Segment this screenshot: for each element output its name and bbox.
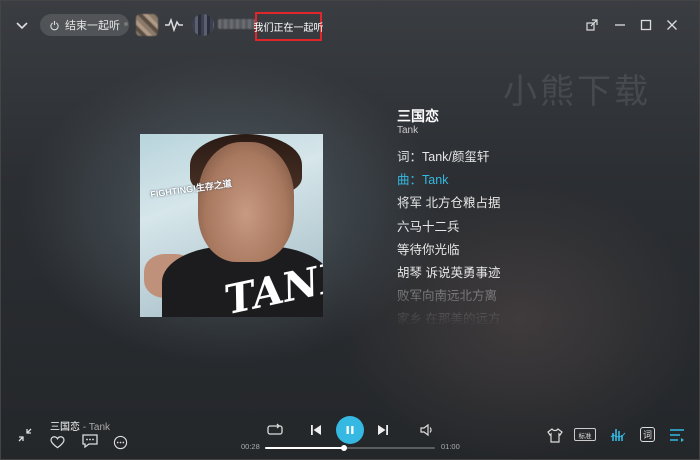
lyric-prefix: 词： — [397, 150, 423, 164]
end-together-label: 结束一起听 — [65, 20, 120, 32]
share-icon[interactable] — [582, 15, 602, 35]
progress-fill — [265, 447, 345, 449]
friend-name-blurred — [218, 19, 256, 29]
maximize-icon[interactable] — [636, 15, 656, 35]
sound-effect-icon[interactable] — [609, 426, 627, 444]
comment-icon[interactable] — [80, 432, 100, 450]
separator-dot — [124, 22, 128, 26]
lyric-button-label: 词 — [642, 430, 652, 440]
expand-icon[interactable] — [16, 426, 34, 444]
lyric-line: 词：Tank/颜玺轩 — [397, 146, 617, 169]
lyric-text: 胡琴 诉说英勇事迹 — [397, 265, 501, 280]
album-face — [198, 142, 294, 262]
lyric-line: 六马十二兵 — [397, 216, 617, 239]
desktop-lyric-button[interactable]: 词 — [640, 427, 655, 442]
pause-icon — [345, 425, 355, 435]
previous-icon[interactable] — [307, 421, 325, 439]
loop-icon[interactable] — [264, 419, 286, 441]
tshirt-icon[interactable] — [546, 426, 564, 444]
total-time: 01:00 — [441, 442, 460, 451]
watermark: 小熊下载 — [503, 73, 651, 111]
friend-avatar[interactable] — [192, 14, 214, 36]
lyric-text: Tank — [422, 173, 449, 188]
more-icon[interactable] — [111, 433, 129, 451]
chevron-down-icon[interactable] — [12, 15, 32, 35]
minimize-icon[interactable] — [610, 15, 630, 35]
lyric-line: 胡琴 诉说英勇事迹 — [397, 262, 617, 285]
lyric-text: 六马十二兵 — [397, 219, 460, 234]
pulse-icon — [164, 15, 184, 35]
lyric-line: 等待你光临 — [397, 239, 617, 262]
pause-button[interactable] — [336, 416, 364, 444]
heart-icon[interactable] — [48, 433, 66, 451]
together-status-label: 我们正在一起听 — [253, 12, 324, 41]
progress-bar[interactable] — [265, 445, 435, 451]
now-playing-title[interactable]: 三国恋 - Tank — [50, 418, 110, 433]
close-icon[interactable] — [662, 15, 682, 35]
lyric-text: Tank/颜玺轩 — [422, 150, 490, 164]
lyric-text: 败军向南远北方离 — [397, 289, 498, 304]
quality-label: 标准 — [578, 432, 592, 440]
lyric-prefix: 曲： — [397, 173, 423, 188]
lyric-text: 等待你光临 — [397, 242, 460, 257]
lyric-text: 家乡 在那美的远方 — [397, 312, 501, 327]
lyrics-panel[interactable]: 词：Tank/颜玺轩 曲：Tank 将军 北方仓粮占据 六马十二兵 等待你光临 胡琴 诉说… — [397, 146, 617, 328]
album-cover: FIGHTING!生存之道 TANK — [140, 134, 323, 317]
current-time: 00:28 — [241, 442, 260, 451]
end-together-button[interactable]: 结束一起听 — [40, 14, 129, 36]
lyric-line: 家乡 在那美的远方 — [397, 308, 617, 328]
song-title: 三国恋 — [397, 108, 439, 124]
next-icon[interactable] — [374, 421, 392, 439]
top-bar: 结束一起听 我们正在一起听 — [0, 0, 700, 50]
playlist-icon[interactable] — [668, 426, 686, 444]
lyric-text: 将军 北方仓粮占据 — [397, 196, 501, 211]
now-playing-song: 三国恋 — [50, 422, 80, 433]
lyric-line: 将军 北方仓粮占据 — [397, 192, 617, 215]
song-artist[interactable]: Tank — [397, 125, 418, 136]
sound-quality-button[interactable]: 标准 — [574, 428, 596, 441]
lyric-line: 败军向南远北方离 — [397, 285, 617, 308]
power-icon — [49, 20, 60, 31]
avatar[interactable] — [136, 14, 158, 36]
volume-icon[interactable] — [417, 421, 437, 439]
lyric-line: 曲：Tank — [397, 169, 617, 192]
together-status-text: 我们正在一起听 — [253, 23, 324, 34]
